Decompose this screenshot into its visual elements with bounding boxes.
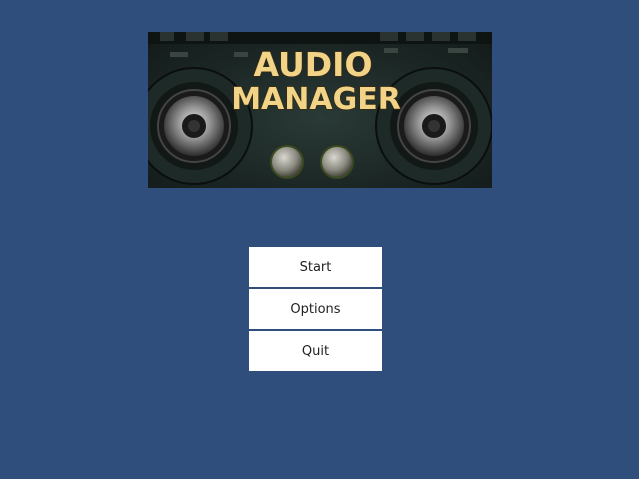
start-button[interactable]: Start [249,247,382,287]
logo-title-line1: AUDIO [253,45,372,84]
main-menu: Start Options Quit [249,247,382,371]
knob-icon [320,145,354,179]
options-button-label: Options [290,301,341,317]
logo-artwork: AUDIO MANAGER [148,32,492,185]
options-button[interactable]: Options [249,289,382,329]
start-button-label: Start [299,259,332,275]
audio-manager-logo: AUDIO MANAGER [148,32,492,188]
logo-title-line2: MANAGER [231,82,401,117]
knob-icon [270,145,304,179]
quit-button-label: Quit [301,343,330,359]
quit-button[interactable]: Quit [249,331,382,371]
